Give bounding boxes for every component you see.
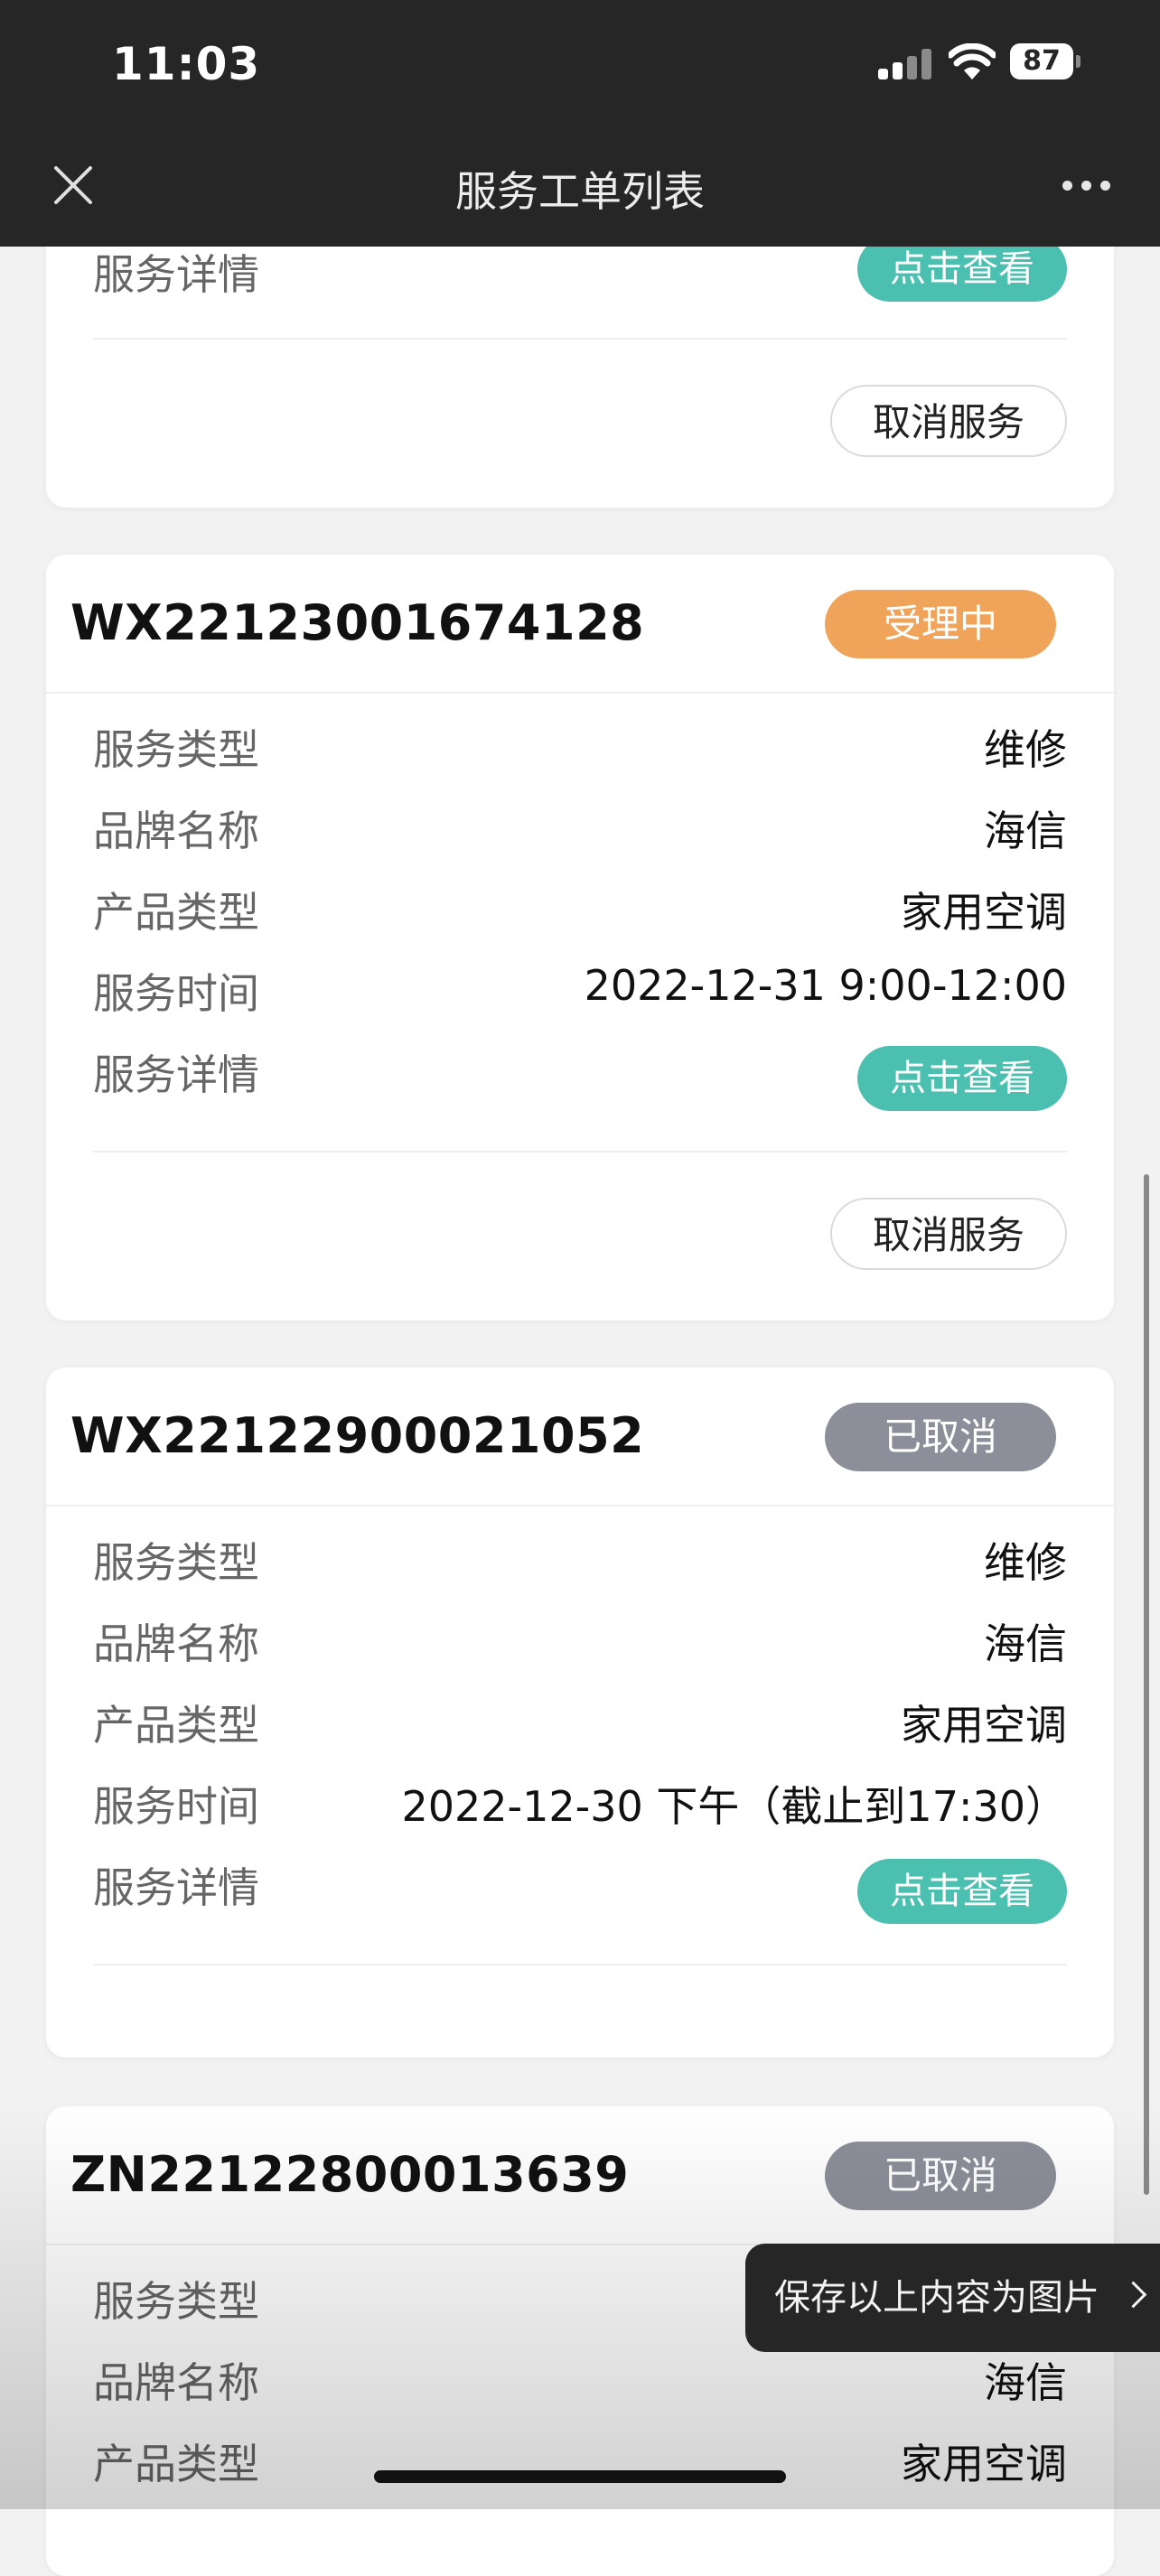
page-title: 服务工单列表 xyxy=(455,167,705,216)
service-time-row: 服务时间 2022-12-30 下午（截止到17:30） xyxy=(93,1767,1067,1831)
order-number: WX22122900021052 xyxy=(70,1407,645,1464)
row-label: 品牌名称 xyxy=(93,2358,259,2407)
row-value: 2022-12-30 下午（截止到17:30） xyxy=(401,1782,1067,1831)
detail-row: 服务详情 点击查看 xyxy=(93,1848,1067,1924)
order-number: ZN22122800013639 xyxy=(70,2146,630,2203)
order-card[interactable]: WX22122900021052 已取消 服务类型 维修 品牌名称 海信 产品类… xyxy=(46,1367,1114,2058)
detail-row: 服务详情 点击查看 xyxy=(93,1035,1067,1111)
row-label: 产品类型 xyxy=(93,2440,259,2488)
detail-label: 服务详情 xyxy=(93,1863,259,1912)
brand-row: 品牌名称 海信 xyxy=(93,791,1067,855)
row-label: 品牌名称 xyxy=(93,807,259,855)
row-label: 服务时间 xyxy=(93,969,259,1018)
row-value: 海信 xyxy=(984,807,1067,855)
service-time-row: 服务时间 2022-12-31 9:00-12:00 xyxy=(93,954,1067,1018)
brand-row: 品牌名称 海信 xyxy=(93,1604,1067,1668)
service-type-row: 服务类型 维修 xyxy=(93,710,1067,774)
product-type-row: 产品类型 家用空调 xyxy=(93,1685,1067,1750)
row-value: 家用空调 xyxy=(901,1701,1067,1750)
row-label: 服务类型 xyxy=(93,725,259,774)
row-value: 2022-12-31 9:00-12:00 xyxy=(584,961,1067,1010)
top-bar: 11:03 87 服务工单列表 xyxy=(0,0,1160,247)
card-header: WX22122900021052 已取消 xyxy=(46,1367,1114,1507)
status-badge: 受理中 xyxy=(825,590,1056,658)
row-label: 服务类型 xyxy=(93,2277,259,2326)
status-badge: 已取消 xyxy=(825,2142,1056,2210)
battery-icon: 87 xyxy=(1010,43,1082,79)
home-indicator[interactable] xyxy=(374,2470,786,2483)
detail-label: 服务详情 xyxy=(93,1050,259,1099)
wifi-icon xyxy=(949,43,996,79)
row-label: 产品类型 xyxy=(93,888,259,937)
divider xyxy=(93,1151,1067,1153)
row-label: 品牌名称 xyxy=(93,1619,259,1668)
card-header: ZN22122800013639 已取消 xyxy=(46,2106,1114,2245)
row-value: 海信 xyxy=(984,1619,1067,1668)
more-icon[interactable] xyxy=(1062,177,1111,195)
view-detail-button[interactable]: 点击查看 xyxy=(857,1859,1067,1924)
row-label: 服务类型 xyxy=(93,1538,259,1587)
divider xyxy=(93,338,1067,340)
row-label: 服务时间 xyxy=(93,1782,259,1831)
status-badge: 已取消 xyxy=(825,1403,1056,1471)
chevron-right-icon xyxy=(1119,2281,1147,2309)
divider xyxy=(93,1964,1067,1965)
status-time: 11:03 xyxy=(112,38,261,90)
cancel-service-button[interactable]: 取消服务 xyxy=(830,1198,1067,1270)
order-number: WX22123001674128 xyxy=(70,594,645,651)
save-as-image-button[interactable]: 保存以上内容为图片 xyxy=(745,2244,1160,2352)
view-detail-button[interactable]: 点击查看 xyxy=(857,1046,1067,1111)
battery-level: 87 xyxy=(1010,43,1073,79)
cancel-service-button[interactable]: 取消服务 xyxy=(830,385,1067,457)
row-value: 家用空调 xyxy=(901,2440,1067,2488)
row-value: 家用空调 xyxy=(901,888,1067,937)
row-label: 产品类型 xyxy=(93,1701,259,1750)
save-as-image-label: 保存以上内容为图片 xyxy=(774,2277,1099,2319)
service-type-row: 服务类型 维修 xyxy=(93,1523,1067,1587)
scrollbar[interactable] xyxy=(1144,1174,1149,2195)
order-card[interactable]: WX22123001674128 受理中 服务类型 维修 品牌名称 海信 产品类… xyxy=(46,555,1114,1321)
cellular-signal-icon xyxy=(878,49,932,79)
product-type-row: 产品类型 家用空调 xyxy=(93,873,1067,937)
row-value: 维修 xyxy=(984,1538,1067,1587)
brand-row: 品牌名称 海信 xyxy=(93,2343,1067,2407)
row-value: 维修 xyxy=(984,725,1067,774)
detail-label: 服务详情 xyxy=(93,250,259,299)
card-header: WX22123001674128 受理中 xyxy=(46,555,1114,694)
row-value: 海信 xyxy=(984,2358,1067,2407)
